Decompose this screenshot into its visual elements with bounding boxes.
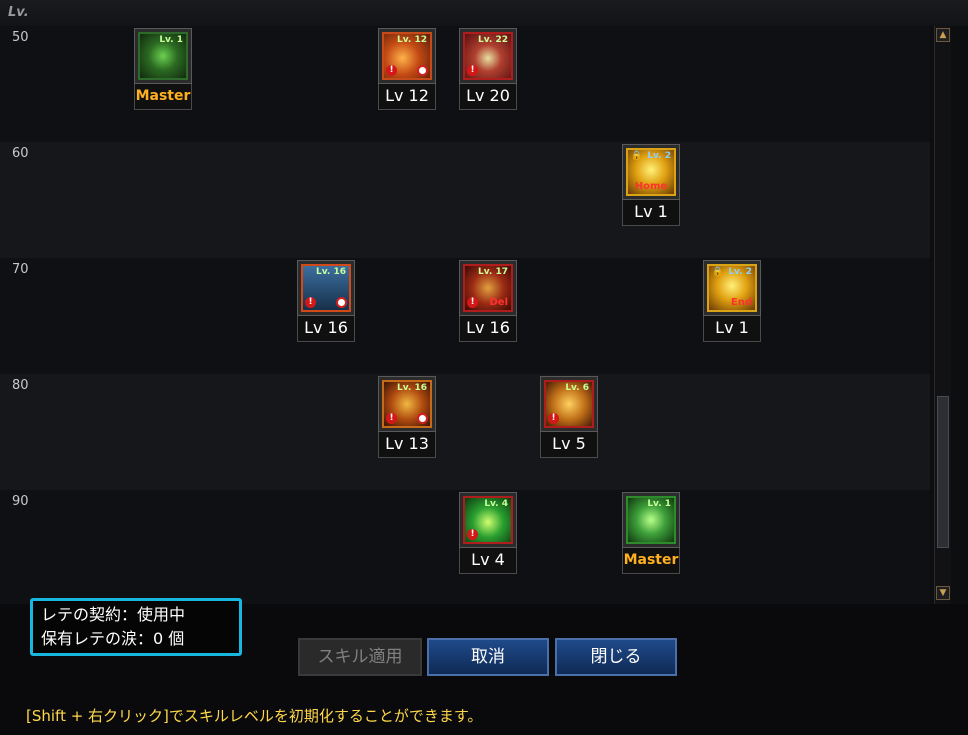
scroll-up-button[interactable]: ▲	[936, 28, 950, 42]
skill-slot[interactable]: Lv. 16 ! Lv 13	[378, 376, 436, 458]
skill-level-caption: Lv 1	[703, 316, 761, 342]
skill-level-caption: Lv 4	[459, 548, 517, 574]
skill-level-caption: Lv 16	[297, 316, 355, 342]
skill-slot[interactable]: 🔒 Lv. 2 End Lv 1	[703, 260, 761, 342]
skill-level-badge: Lv. 6	[565, 383, 589, 393]
apply-skill-button[interactable]: スキル適用	[298, 638, 422, 676]
lock-icon: 🔒	[712, 267, 724, 277]
skill-slot[interactable]: Lv. 6 ! Lv 5	[540, 376, 598, 458]
skill-slot[interactable]: 🔒 Lv. 2 Home Lv 1	[622, 144, 680, 226]
skill-level-caption: Master	[134, 84, 192, 110]
scroll-down-button[interactable]: ▼	[936, 586, 950, 600]
skill-level-badge: Lv. 1	[647, 499, 671, 509]
skill-level-caption: Lv 13	[378, 432, 436, 458]
skill-level-caption: Lv 1	[622, 200, 680, 226]
skill-slot[interactable]: Lv. 4 ! Lv 4	[459, 492, 517, 574]
skill-level-badge: Lv. 16	[397, 383, 427, 393]
skill-level-caption: Lv 12	[378, 84, 436, 110]
vertical-scrollbar[interactable]: ▲ ▼	[934, 26, 951, 604]
cooldown-clock-icon	[336, 297, 347, 308]
green-aura-icon: Lv. 4 !	[463, 496, 513, 544]
golden-wings-icon: Lv. 6 !	[544, 380, 594, 428]
skill-level-badge: Lv. 4	[484, 499, 508, 509]
skill-level-badge: Lv. 2	[647, 151, 671, 161]
skill-level-caption: Master	[622, 548, 680, 574]
lete-contract-status: レテの契約：使用中	[41, 605, 186, 624]
fire-fist-icon: Lv. 12 !	[382, 32, 432, 80]
reset-hint-text: [Shift + 右クリック]でスキルレベルを初期化することができます。	[26, 707, 483, 725]
row-level-label: 70	[12, 262, 29, 277]
skill-slot[interactable]: Lv. 1 Master	[622, 492, 680, 574]
level-column-header: Lv.	[8, 5, 29, 20]
skill-window-header: Lv.	[0, 0, 968, 26]
cooldown-clock-icon	[417, 65, 428, 76]
row-level-label: 90	[12, 494, 29, 509]
green-dragon-icon: Lv. 1	[626, 496, 676, 544]
warning-icon: !	[386, 413, 397, 424]
hotkey-tag: Home	[634, 181, 668, 192]
cancel-button[interactable]: 取消	[427, 638, 549, 676]
skill-level-caption: Lv 5	[540, 432, 598, 458]
cross-slash-icon: 🔒 Lv. 2 End	[707, 264, 757, 312]
warning-icon: !	[467, 529, 478, 540]
golden-burst-icon: 🔒 Lv. 2 Home	[626, 148, 676, 196]
lock-icon: 🔒	[631, 151, 643, 161]
warning-icon: !	[386, 65, 397, 76]
cooldown-clock-icon	[417, 413, 428, 424]
close-button[interactable]: 閉じる	[555, 638, 677, 676]
scroll-thumb[interactable]	[937, 396, 949, 548]
skill-level-caption: Lv 16	[459, 316, 517, 342]
hotkey-tag: Del	[489, 297, 508, 308]
chain-fire-icon: Lv. 16 !	[382, 380, 432, 428]
row-level-label: 80	[12, 378, 29, 393]
skill-level-badge: Lv. 17	[478, 267, 508, 277]
fire-web-icon: Lv. 17 ! Del	[463, 264, 513, 312]
skill-level-caption: Lv 20	[459, 84, 517, 110]
skill-slot[interactable]: Lv. 22 ! Lv 20	[459, 28, 517, 110]
hotkey-tag: End	[730, 297, 752, 308]
warning-icon: !	[305, 297, 316, 308]
level-row-60: 60	[0, 142, 930, 258]
skill-level-badge: Lv. 2	[728, 267, 752, 277]
lete-tears-count: 保有レテの涙：0 個	[41, 629, 185, 648]
level-row-80: 80	[0, 374, 930, 490]
skill-slot[interactable]: Lv. 1 Master	[134, 28, 192, 110]
green-tentacle-icon: Lv. 1	[138, 32, 188, 80]
skill-level-badge: Lv. 12	[397, 35, 427, 45]
blue-waterfall-icon: Lv. 16 !	[301, 264, 351, 312]
skill-slot[interactable]: Lv. 17 ! Del Lv 16	[459, 260, 517, 342]
skill-slot[interactable]: Lv. 16 ! Lv 16	[297, 260, 355, 342]
skill-level-badge: Lv. 1	[159, 35, 183, 45]
lete-status-box: レテの契約：使用中 保有レテの涙：0 個	[30, 598, 242, 656]
warning-icon: !	[548, 413, 559, 424]
skill-slot[interactable]: Lv. 12 ! Lv 12	[378, 28, 436, 110]
skill-level-badge: Lv. 16	[316, 267, 346, 277]
skill-level-badge: Lv. 22	[478, 35, 508, 45]
warning-icon: !	[467, 65, 478, 76]
row-level-label: 50	[12, 30, 29, 45]
raised-arm-icon: Lv. 22 !	[463, 32, 513, 80]
row-level-label: 60	[12, 146, 29, 161]
